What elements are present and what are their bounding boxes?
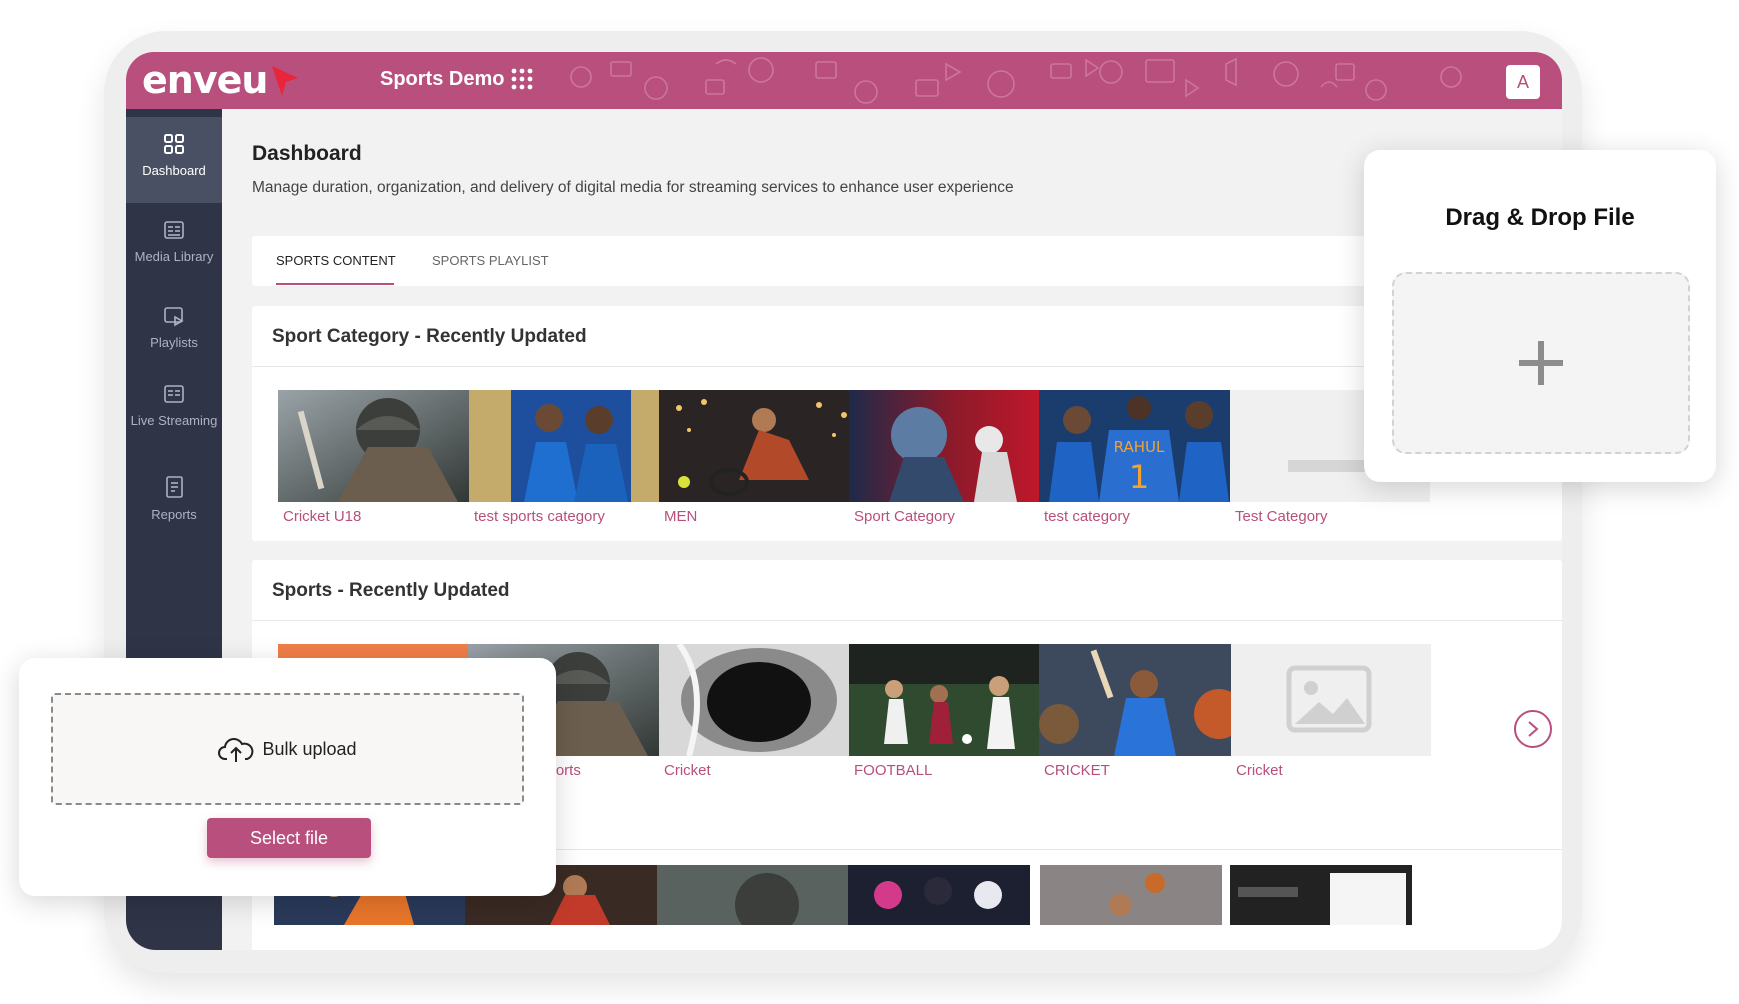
card-label: test sports category xyxy=(474,508,605,525)
card-label: test category xyxy=(1044,508,1130,525)
thumbnail-men xyxy=(659,390,859,502)
card-label: Cricket U18 xyxy=(283,508,362,525)
select-file-button[interactable]: Select file xyxy=(207,818,371,858)
sidebar-item-label: Media Library xyxy=(134,249,214,264)
thumbnail-rugby xyxy=(848,865,1030,925)
thumbnail-basketball xyxy=(1040,865,1222,925)
svg-text:1: 1 xyxy=(1129,458,1149,496)
card-label: Sport Category xyxy=(854,508,955,525)
content-card[interactable]: Cricket xyxy=(1231,644,1431,779)
bulk-upload-panel: Bulk upload Select file xyxy=(19,658,556,896)
svg-text:RAHUL: RAHUL xyxy=(1114,438,1165,456)
section-title: Sports - Recently Updated xyxy=(272,580,510,601)
card-label: sports xyxy=(540,762,581,779)
tab-sports-content[interactable]: SPORTS CONTENT xyxy=(276,253,396,268)
app-name[interactable]: Sports Demo xyxy=(380,68,504,91)
drop-zone[interactable] xyxy=(1392,272,1690,454)
sidebar-item-reports[interactable]: Reports xyxy=(126,459,222,545)
sidebar-item-label: Dashboard xyxy=(142,163,206,178)
grid-icon xyxy=(164,134,184,154)
reports-icon xyxy=(166,476,183,498)
content-card[interactable]: MEN xyxy=(659,390,859,525)
sidebar-item-label: Live Streaming xyxy=(130,413,218,428)
section-title: Sport Category - Recently Updated xyxy=(272,326,587,347)
thumbnail-test-category: RAHUL 1 xyxy=(1039,390,1239,502)
user-avatar[interactable]: A xyxy=(1506,65,1540,99)
section-divider xyxy=(252,620,1562,621)
live-streaming-icon xyxy=(164,385,184,403)
media-library-icon xyxy=(164,221,184,239)
sidebar-item-live-streaming[interactable]: Live Streaming xyxy=(126,367,222,453)
content-card[interactable]: Sport Category xyxy=(849,390,1049,525)
carousel-next-button[interactable] xyxy=(1514,710,1552,748)
thumbnail-sport-category xyxy=(849,390,1049,502)
thumbnail-cricket-helmet xyxy=(657,865,857,925)
bulk-upload-zone[interactable]: Bulk upload xyxy=(51,693,524,805)
plus-icon xyxy=(1519,341,1563,385)
sidebar-item-media-library[interactable]: Media Library xyxy=(126,203,222,289)
bulk-upload-label: Bulk upload xyxy=(262,738,357,759)
thumbnail-cricket-abstract xyxy=(659,644,859,756)
drag-drop-title: Drag & Drop File xyxy=(1445,204,1635,231)
content-card[interactable]: FOOTBALL xyxy=(849,644,1049,779)
cloud-upload-icon xyxy=(218,738,254,762)
thumbnail-payment-screen xyxy=(1230,865,1412,925)
logo-arrow-icon xyxy=(272,66,298,96)
thumbnail-football xyxy=(849,644,1049,756)
page-description: Manage duration, organization, and deliv… xyxy=(252,179,1014,196)
drag-drop-panel: Drag & Drop File xyxy=(1364,150,1716,482)
thumbnail-cricket-u18 xyxy=(278,390,478,502)
tab-sports-playlist[interactable]: SPORTS PLAYLIST xyxy=(432,253,549,268)
sidebar-item-playlists[interactable]: Playlists xyxy=(126,289,222,375)
header-pattern xyxy=(570,57,1462,104)
card-label: Cricket xyxy=(1236,762,1283,779)
brand-logo[interactable]: enveu xyxy=(142,58,268,102)
content-card[interactable]: Cricket xyxy=(659,644,859,779)
thumbnail-test-sports-category xyxy=(469,390,669,502)
active-tab-indicator xyxy=(276,283,394,285)
content-card[interactable]: CRICKET xyxy=(1039,644,1239,779)
card-label: CRICKET xyxy=(1044,762,1110,779)
card-label: Cricket xyxy=(664,762,711,779)
sidebar-item-dashboard[interactable]: Dashboard xyxy=(126,117,222,203)
content-card[interactable]: Cricket U18 xyxy=(278,390,478,525)
content-card[interactable]: RAHUL 1 test category xyxy=(1039,390,1239,525)
content-card[interactable]: test sports category xyxy=(469,390,669,525)
image-placeholder-icon xyxy=(1231,644,1431,756)
sidebar-item-label: Reports xyxy=(151,507,197,522)
chevron-right-icon xyxy=(1528,721,1539,737)
thumbnail-cricket-player xyxy=(1039,644,1239,756)
card-label: MEN xyxy=(664,508,698,525)
card-label: FOOTBALL xyxy=(854,762,933,779)
sidebar-item-label: Playlists xyxy=(150,335,198,350)
page-title: Dashboard xyxy=(252,142,362,165)
top-header: enveu Sports Demo A xyxy=(126,52,1562,109)
playlist-icon xyxy=(164,307,184,327)
apps-grid-icon[interactable] xyxy=(510,67,534,91)
card-label: Test Category xyxy=(1235,508,1328,525)
